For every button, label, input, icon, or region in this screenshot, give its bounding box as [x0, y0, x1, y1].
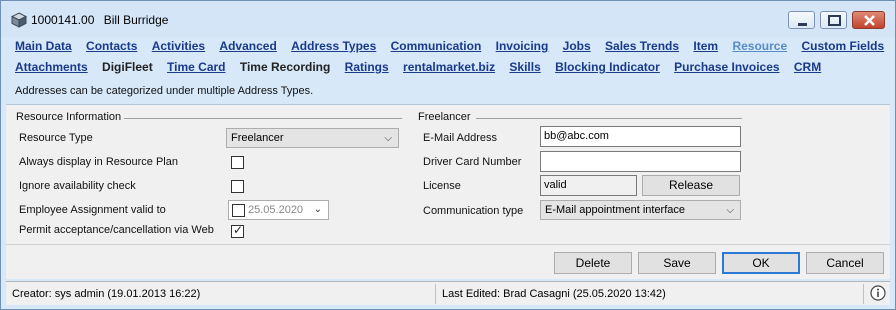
cancel-button[interactable]: Cancel — [806, 252, 884, 274]
status-separator — [863, 284, 864, 304]
button-row-divider — [6, 244, 890, 245]
email-label: E-Mail Address — [423, 132, 497, 144]
employee-assignment-checkbox[interactable] — [232, 204, 245, 217]
employee-assignment-label: Employee Assignment valid to — [19, 204, 166, 216]
tab-address-types[interactable]: Address Types — [291, 39, 376, 53]
license-field: valid — [540, 175, 637, 196]
window-title: 1000141.00 Bill Burridge — [31, 13, 168, 27]
communication-type-select[interactable]: E-Mail appointment interface ⌵ — [540, 200, 741, 220]
tab-activities[interactable]: Activities — [152, 39, 205, 53]
resource-type-value: Freelancer — [231, 132, 284, 144]
tab-purchase-invoices[interactable]: Purchase Invoices — [674, 60, 779, 74]
creator-info: Creator: sys admin (19.01.2013 16:22) — [12, 288, 201, 300]
last-edited-info: Last Edited: Brad Casagni (25.05.2020 13… — [442, 288, 666, 300]
tab-crm[interactable]: CRM — [794, 60, 821, 74]
record-id: 1000141.00 — [31, 13, 95, 27]
delete-button[interactable]: Delete — [554, 252, 632, 274]
tab-rentalmarket[interactable]: rentalmarket.biz — [403, 60, 495, 74]
tab-communication[interactable]: Communication — [391, 39, 482, 53]
tab-jobs[interactable]: Jobs — [563, 39, 591, 53]
driver-card-field[interactable] — [540, 151, 741, 172]
license-label: License — [423, 180, 461, 192]
resource-information-title: Resource Information — [16, 111, 122, 123]
minimize-icon — [798, 23, 807, 26]
always-display-checkbox[interactable] — [231, 156, 244, 169]
employee-assignment-datepicker[interactable]: 25.05.2020 ⌄ — [228, 200, 329, 220]
tab-invoicing[interactable]: Invoicing — [496, 39, 549, 53]
tab-ratings[interactable]: Ratings — [345, 60, 389, 74]
resource-panel: Resource Information Resource Type Freel… — [6, 104, 890, 279]
chevron-down-icon: ⌵ — [384, 133, 392, 144]
nav-tabs-row-2: Attachments DigiFleet Time Card Time Rec… — [15, 60, 832, 74]
tab-digifleet[interactable]: DigiFleet — [102, 60, 153, 74]
status-bar: Creator: sys admin (19.01.2013 16:22) La… — [6, 281, 890, 305]
communication-type-label: Communication type — [423, 205, 524, 217]
minimize-button[interactable] — [788, 11, 815, 29]
maximize-icon — [828, 15, 841, 26]
resource-information-divider — [124, 118, 402, 119]
driver-card-label: Driver Card Number — [423, 156, 522, 168]
resource-cube-icon — [11, 12, 27, 28]
ignore-availability-label: Ignore availability check — [19, 180, 136, 192]
status-separator — [435, 284, 436, 304]
chevron-down-icon: ⌄ — [313, 204, 322, 215]
info-icon[interactable] — [870, 285, 886, 301]
chevron-down-icon: ⌵ — [726, 205, 734, 216]
close-button[interactable] — [852, 11, 885, 29]
tab-resource[interactable]: Resource — [732, 39, 787, 53]
tab-custom-fields[interactable]: Custom Fields — [801, 39, 884, 53]
freelancer-title: Freelancer — [418, 111, 471, 123]
record-name: Bill Burridge — [103, 13, 169, 27]
employee-assignment-date: 25.05.2020 — [248, 204, 304, 216]
tab-advanced[interactable]: Advanced — [219, 39, 276, 53]
tab-blocking-indicator[interactable]: Blocking Indicator — [555, 60, 660, 74]
permit-acceptance-label: Permit acceptance/cancellation via Web — [19, 224, 214, 236]
save-button[interactable]: Save — [638, 252, 716, 274]
release-button[interactable]: Release — [642, 175, 740, 196]
ok-button[interactable]: OK — [722, 252, 800, 274]
ignore-availability-checkbox[interactable] — [231, 180, 244, 193]
resource-type-label: Resource Type — [19, 132, 93, 144]
always-display-label: Always display in Resource Plan — [19, 156, 178, 168]
tab-item[interactable]: Item — [693, 39, 718, 53]
email-field[interactable]: bb@abc.com — [540, 126, 741, 147]
resource-type-select[interactable]: Freelancer ⌵ — [226, 128, 399, 148]
tab-time-card[interactable]: Time Card — [167, 60, 225, 74]
info-text: Addresses can be categorized under multi… — [15, 85, 314, 97]
tab-skills[interactable]: Skills — [509, 60, 540, 74]
resource-window: 1000141.00 Bill Burridge Main Data Conta… — [0, 0, 896, 310]
close-icon — [864, 15, 875, 26]
permit-acceptance-checkbox[interactable] — [231, 223, 244, 238]
communication-type-value: E-Mail appointment interface — [545, 204, 686, 216]
tab-contacts[interactable]: Contacts — [86, 39, 137, 53]
title-bar[interactable]: 1000141.00 Bill Burridge — [1, 1, 895, 37]
tab-time-recording[interactable]: Time Recording — [240, 60, 330, 74]
freelancer-divider — [476, 118, 742, 119]
nav-tabs-row-1: Main Data Contacts Activities Advanced A… — [15, 39, 895, 53]
tab-main-data[interactable]: Main Data — [15, 39, 72, 53]
tab-attachments[interactable]: Attachments — [15, 60, 88, 74]
tab-sales-trends[interactable]: Sales Trends — [605, 39, 679, 53]
maximize-button[interactable] — [820, 11, 847, 29]
